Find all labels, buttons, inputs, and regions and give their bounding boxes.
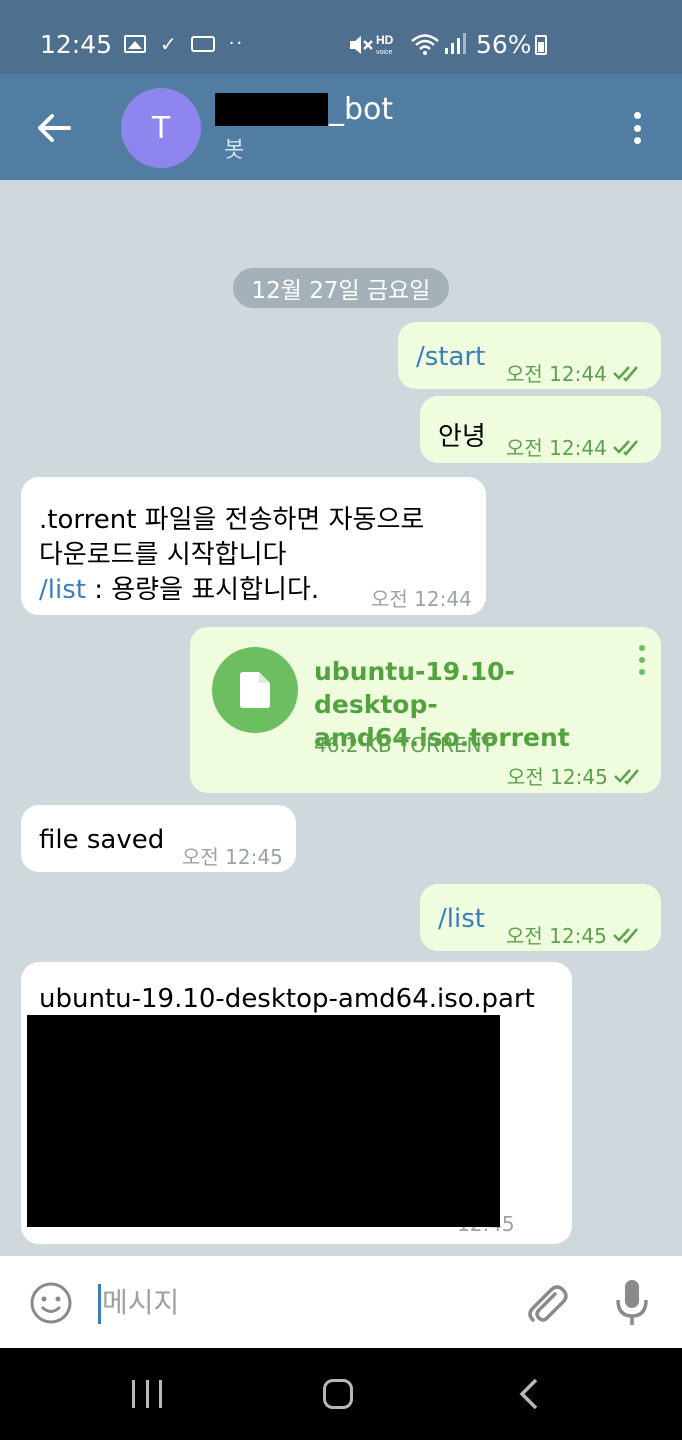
check-icon: ✓ <box>160 31 177 56</box>
system-nav-bar <box>0 1348 682 1440</box>
file-download-button[interactable] <box>212 647 298 733</box>
chat-title[interactable]: _bot <box>215 92 393 127</box>
message-text[interactable]: /start <box>416 342 485 372</box>
smiley-icon <box>30 1282 72 1324</box>
message-time: 오전 12:44 <box>371 587 472 611</box>
redacted-name <box>215 93 328 126</box>
avatar[interactable]: T <box>121 88 201 168</box>
document-icon <box>240 672 270 708</box>
message-time: 오전 12:44 <box>506 362 607 386</box>
redacted-content <box>27 1015 500 1227</box>
message-text: file saved <box>39 825 165 855</box>
message-time: 오전 12:45 <box>182 845 283 869</box>
double-check-icon <box>612 439 638 456</box>
file-size: 46.2 KB TORRENT <box>314 733 494 757</box>
attach-button[interactable] <box>525 1280 569 1326</box>
nav-back-button[interactable] <box>516 1378 540 1410</box>
message-bubble[interactable]: 안녕 오전 12:44 <box>420 396 661 463</box>
message-meta: 오전 12:45 <box>507 761 644 790</box>
voicemail-icon <box>190 35 215 52</box>
list-command-link[interactable]: /list <box>39 575 86 605</box>
message-time: 오전 12:45 <box>507 765 608 789</box>
status-time: 12:45 <box>40 30 113 59</box>
more-dots-icon: ·· <box>228 33 245 54</box>
message-meta: 오전 12:44 <box>371 583 472 612</box>
double-check-icon <box>613 768 639 785</box>
chat-subtitle: 봇 <box>224 138 245 163</box>
double-check-icon <box>612 365 638 382</box>
message-meta: 오전 12:44 <box>506 358 643 387</box>
file-menu-button[interactable] <box>636 645 648 675</box>
message-text: ubuntu-19.10-desktop-amd64.iso.part <box>39 984 535 1014</box>
hd-voice-icon: HD voice <box>376 33 394 56</box>
more-menu-button[interactable] <box>622 108 652 148</box>
recents-bar <box>132 1380 135 1408</box>
signal-icon <box>445 33 466 54</box>
recents-button[interactable] <box>132 1380 162 1408</box>
emoji-button[interactable] <box>29 1281 73 1325</box>
message-text-line: 다운로드를 시작합니다 <box>39 540 287 570</box>
message-input[interactable] <box>102 1278 502 1326</box>
double-check-icon <box>612 927 638 944</box>
menu-dot <box>633 137 641 144</box>
message-text-line: /list : 용량을 표시합니다. <box>39 569 319 606</box>
text-cursor <box>98 1284 101 1324</box>
message-time: 오전 12:44 <box>506 436 607 460</box>
wifi-icon <box>411 34 439 55</box>
gallery-icon <box>124 34 146 53</box>
arrow-left-icon <box>38 114 71 142</box>
menu-dot <box>639 669 645 675</box>
message-meta: 오전 12:45 <box>182 841 283 870</box>
message-bubble[interactable]: file saved 오전 12:45 <box>21 805 296 872</box>
message-text: 안녕 <box>438 422 486 452</box>
message-composer <box>0 1256 682 1348</box>
message-bubble[interactable]: ubuntu-19.10-desktop-amd64.iso.part 12:4… <box>21 962 572 1244</box>
voice-record-button[interactable] <box>612 1278 652 1328</box>
chat-area[interactable]: 12월 27일 금요일 /start 오전 12:44 안녕 오전 12:44 … <box>0 180 682 1256</box>
menu-dot <box>633 124 641 132</box>
menu-dot <box>633 112 641 119</box>
battery-icon <box>535 35 547 55</box>
message-bubble[interactable]: /list 오전 12:45 <box>420 884 661 951</box>
svg-text:voice: voice <box>376 49 392 56</box>
menu-dot <box>639 657 645 663</box>
file-message-bubble[interactable]: ubuntu-19.10-desktop-amd64.iso.torrent 4… <box>190 627 661 793</box>
message-bubble[interactable]: /start 오전 12:44 <box>398 322 661 389</box>
battery-percent: 56% <box>476 30 532 59</box>
message-meta: 오전 12:45 <box>506 920 643 949</box>
avatar-letter: T <box>151 110 171 146</box>
chat-header: T _bot 봇 <box>0 74 682 180</box>
home-button[interactable] <box>323 1379 353 1409</box>
message-text-line: .torrent 파일을 전송하면 자동으로 <box>39 505 425 535</box>
message-meta: 오전 12:44 <box>506 432 643 461</box>
chat-title-suffix: _bot <box>329 92 394 127</box>
back-button[interactable] <box>34 108 74 148</box>
recents-bar <box>159 1380 162 1408</box>
status-bar: 12:45 ✓ ·· HD voice 56% <box>0 0 682 74</box>
recents-bar <box>145 1380 149 1408</box>
message-bubble[interactable]: .torrent 파일을 전송하면 자동으로 다운로드를 시작합니다 /list… <box>21 477 486 615</box>
menu-dot <box>639 645 645 651</box>
message-text[interactable]: /list <box>438 904 485 934</box>
notification-icons: ✓ ·· <box>124 33 244 54</box>
date-separator: 12월 27일 금요일 <box>233 268 449 308</box>
chevron-left-icon <box>519 1378 538 1410</box>
paperclip-icon <box>528 1285 568 1322</box>
mute-icon <box>350 36 373 54</box>
svg-text:HD: HD <box>376 33 394 47</box>
microphone-icon <box>616 1280 648 1325</box>
message-text: : 용량을 표시합니다. <box>85 575 320 605</box>
message-time: 오전 12:45 <box>506 924 607 948</box>
